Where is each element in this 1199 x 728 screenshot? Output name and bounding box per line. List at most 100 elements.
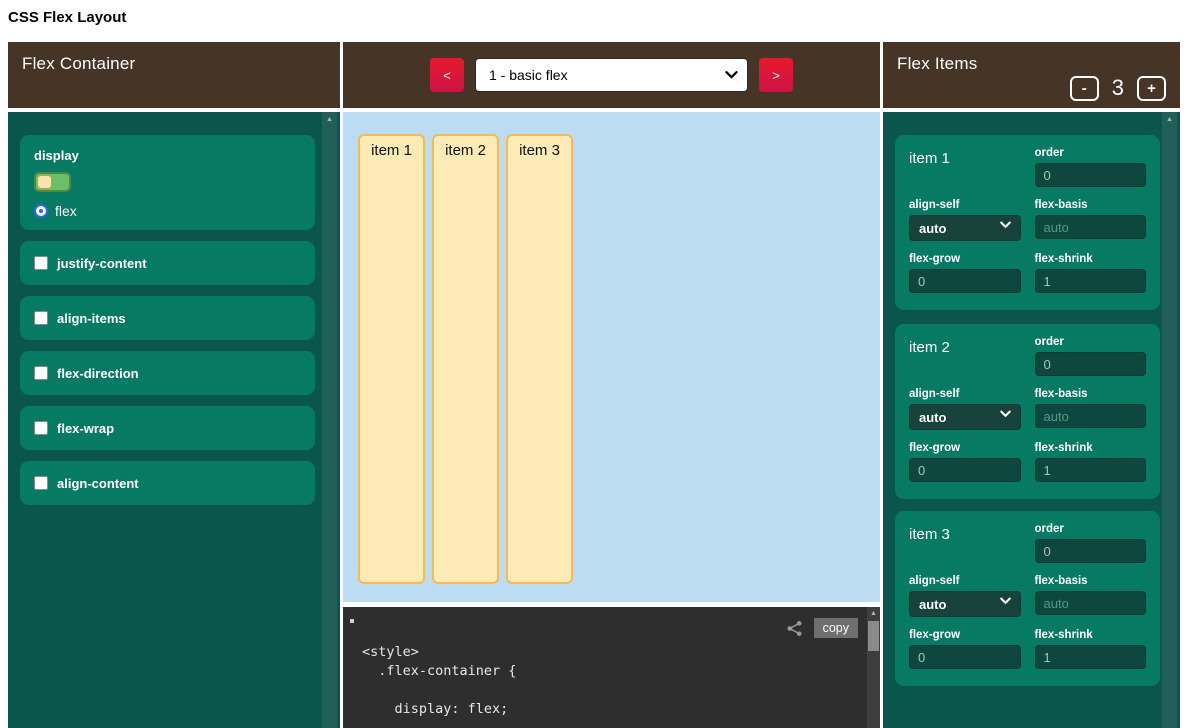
scroll-up-arrow-icon[interactable]: ▲ bbox=[322, 112, 337, 123]
preview-column: < 1 - basic flex > item 1 item 2 item 3 … bbox=[343, 42, 880, 108]
property-card-flex-wrap: flex-wrap bbox=[20, 406, 315, 450]
example-select-wrap: 1 - basic flex bbox=[475, 58, 748, 92]
page: CSS Flex Layout Flex Container display f… bbox=[0, 0, 1199, 728]
code-cursor-dot bbox=[350, 619, 354, 623]
order-field: order bbox=[1035, 147, 1147, 187]
preview-flex-item: item 3 bbox=[506, 134, 573, 584]
preview-flex-item: item 1 bbox=[358, 134, 425, 584]
flex-basis-label: flex-basis bbox=[1035, 199, 1147, 211]
display-flex-radio-row[interactable]: flex bbox=[34, 203, 301, 219]
flex-shrink-input[interactable] bbox=[1035, 645, 1147, 669]
flex-grow-input[interactable] bbox=[909, 645, 1021, 669]
align-self-label: align-self bbox=[909, 199, 1021, 211]
align-content-checkbox[interactable] bbox=[34, 476, 48, 490]
order-field: order bbox=[1035, 336, 1147, 376]
order-label: order bbox=[1035, 147, 1147, 159]
flex-basis-label: flex-basis bbox=[1035, 388, 1147, 400]
flex-container-body: display flex justify-content align-items bbox=[8, 112, 340, 728]
property-card-flex-direction: flex-direction bbox=[20, 351, 315, 395]
flex-shrink-field: flex-shrink bbox=[1035, 629, 1147, 669]
share-icon[interactable] bbox=[786, 620, 803, 637]
flex-shrink-input[interactable] bbox=[1035, 458, 1147, 482]
align-self-field: align-self auto bbox=[909, 388, 1021, 430]
flex-grow-label: flex-grow bbox=[909, 253, 1021, 265]
toggle-knob-icon bbox=[37, 175, 52, 189]
flex-basis-input[interactable] bbox=[1035, 591, 1147, 615]
property-label: flex-direction bbox=[57, 366, 139, 381]
copy-button[interactable]: copy bbox=[814, 618, 858, 638]
flex-basis-input[interactable] bbox=[1035, 215, 1147, 239]
property-label: flex-wrap bbox=[57, 421, 114, 436]
flex-basis-field: flex-basis bbox=[1035, 199, 1147, 241]
flex-shrink-input[interactable] bbox=[1035, 269, 1147, 293]
code-line: <style> bbox=[362, 643, 880, 662]
flex-grow-input[interactable] bbox=[909, 458, 1021, 482]
radio-selected-icon[interactable] bbox=[34, 204, 48, 218]
item-card-2: item 2 order align-self auto flex-basis bbox=[895, 324, 1160, 499]
left-panel-scrollbar[interactable]: ▲ bbox=[322, 112, 337, 728]
prev-example-button[interactable]: < bbox=[430, 58, 464, 92]
property-card-justify-content: justify-content bbox=[20, 241, 315, 285]
flex-basis-input[interactable] bbox=[1035, 404, 1147, 428]
flex-grow-label: flex-grow bbox=[909, 442, 1021, 454]
item-name: item 1 bbox=[909, 147, 1021, 187]
code-toolbar: copy bbox=[786, 618, 858, 638]
align-items-checkbox[interactable] bbox=[34, 311, 48, 325]
flex-wrap-checkbox[interactable] bbox=[34, 421, 48, 435]
item-name: item 3 bbox=[909, 523, 1021, 563]
align-self-select[interactable]: auto bbox=[909, 215, 1021, 241]
add-item-button[interactable]: + bbox=[1137, 76, 1166, 101]
property-card-align-content: align-content bbox=[20, 461, 315, 505]
align-self-field: align-self auto bbox=[909, 199, 1021, 241]
order-label: order bbox=[1035, 523, 1147, 535]
flex-items-panel: Flex Items - 3 + item 1 order align-self… bbox=[883, 42, 1180, 108]
property-label: justify-content bbox=[57, 256, 147, 271]
align-self-select[interactable]: auto bbox=[909, 404, 1021, 430]
flex-basis-label: flex-basis bbox=[1035, 575, 1147, 587]
flex-preview-container: item 1 item 2 item 3 bbox=[343, 112, 880, 602]
display-toggle[interactable] bbox=[34, 172, 71, 192]
item-count: 3 bbox=[1112, 75, 1124, 101]
order-input[interactable] bbox=[1035, 163, 1147, 187]
code-line bbox=[362, 681, 880, 700]
display-label: display bbox=[34, 148, 301, 163]
flex-basis-field: flex-basis bbox=[1035, 388, 1147, 430]
code-block: <style> .flex-container { display: flex;… bbox=[343, 607, 880, 728]
item-card-1: item 1 order align-self auto flex-basis bbox=[895, 135, 1160, 310]
order-input[interactable] bbox=[1035, 539, 1147, 563]
flex-grow-input[interactable] bbox=[909, 269, 1021, 293]
right-panel-scrollbar[interactable]: ▲ bbox=[1162, 112, 1177, 728]
order-label: order bbox=[1035, 336, 1147, 348]
align-self-select[interactable]: auto bbox=[909, 591, 1021, 617]
align-self-label: align-self bbox=[909, 575, 1021, 587]
display-card: display flex bbox=[20, 135, 315, 230]
flex-shrink-label: flex-shrink bbox=[1035, 253, 1147, 265]
property-label: align-items bbox=[57, 311, 126, 326]
example-select[interactable]: 1 - basic flex bbox=[475, 58, 748, 92]
flex-grow-field: flex-grow bbox=[909, 442, 1021, 482]
scrollbar-thumb[interactable] bbox=[868, 621, 879, 651]
preview-flex-item: item 2 bbox=[432, 134, 499, 584]
flex-container-panel: Flex Container display flex justify-cont… bbox=[8, 42, 340, 108]
flex-shrink-label: flex-shrink bbox=[1035, 442, 1147, 454]
item-name: item 2 bbox=[909, 336, 1021, 376]
example-nav: < 1 - basic flex > bbox=[343, 42, 880, 108]
flex-items-body: item 1 order align-self auto flex-basis bbox=[883, 112, 1180, 728]
flex-container-header: Flex Container bbox=[8, 42, 340, 108]
flex-basis-field: flex-basis bbox=[1035, 575, 1147, 617]
property-label: align-content bbox=[57, 476, 139, 491]
scroll-up-arrow-icon[interactable]: ▲ bbox=[867, 607, 880, 617]
property-card-align-items: align-items bbox=[20, 296, 315, 340]
scroll-up-arrow-icon[interactable]: ▲ bbox=[1162, 112, 1177, 123]
next-example-button[interactable]: > bbox=[759, 58, 793, 92]
flex-grow-field: flex-grow bbox=[909, 629, 1021, 669]
order-input[interactable] bbox=[1035, 352, 1147, 376]
code-line: .flex-container { bbox=[362, 662, 880, 681]
code-scrollbar[interactable]: ▲ bbox=[867, 607, 880, 728]
radio-label: flex bbox=[55, 203, 77, 219]
align-self-label: align-self bbox=[909, 388, 1021, 400]
remove-item-button[interactable]: - bbox=[1070, 76, 1099, 101]
flex-direction-checkbox[interactable] bbox=[34, 366, 48, 380]
justify-content-checkbox[interactable] bbox=[34, 256, 48, 270]
align-self-field: align-self auto bbox=[909, 575, 1021, 617]
